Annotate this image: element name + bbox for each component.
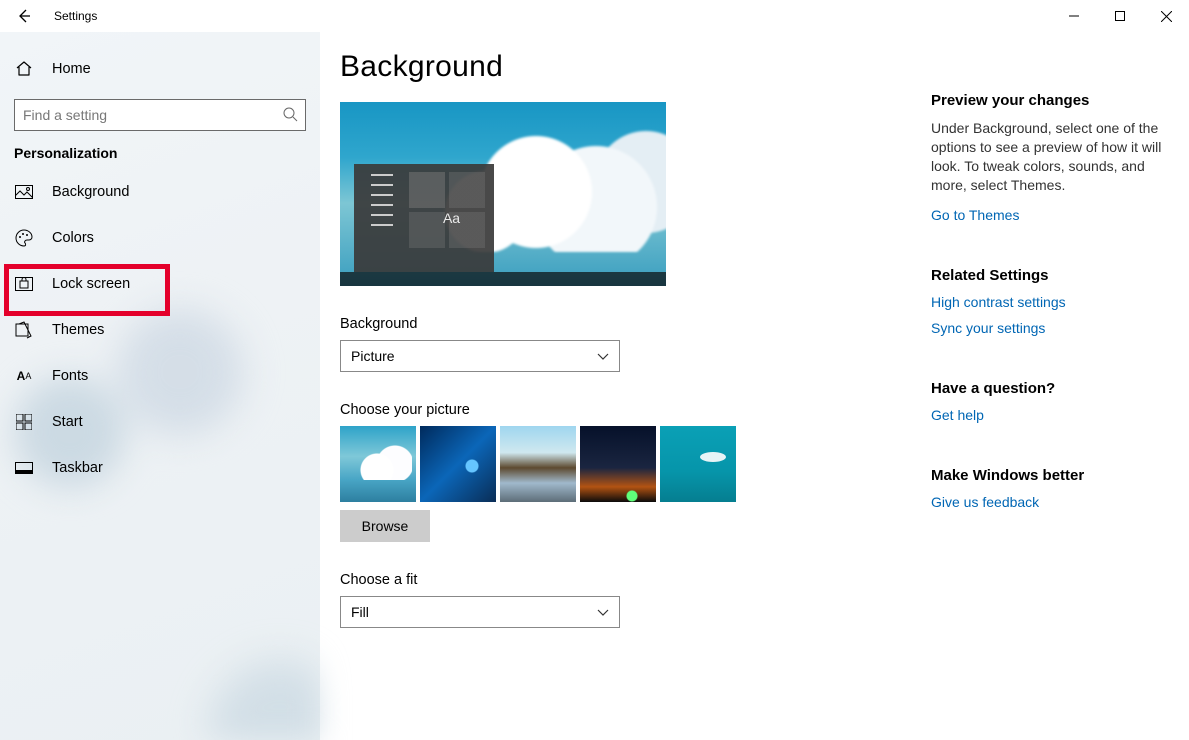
sidebar-item-start[interactable]: Start xyxy=(0,399,320,445)
chevron-down-icon xyxy=(597,606,609,618)
start-icon xyxy=(14,412,34,432)
page-heading: Background xyxy=(340,50,1169,84)
sidebar-item-label: Background xyxy=(52,184,129,200)
search-wrap xyxy=(14,99,306,131)
annotation-highlight xyxy=(4,264,170,316)
palette-icon xyxy=(14,228,34,248)
background-value: Picture xyxy=(351,348,395,364)
picture-thumb-4[interactable] xyxy=(580,426,656,502)
info-column: Preview your changes Under Background, s… xyxy=(931,92,1169,554)
sidebar-item-label: Themes xyxy=(52,322,104,338)
fonts-icon: AA xyxy=(14,366,34,386)
sidebar-item-label: Start xyxy=(52,414,83,430)
fit-combobox[interactable]: Fill xyxy=(340,596,620,628)
go-to-themes-link[interactable]: Go to Themes xyxy=(931,207,1169,223)
chevron-down-icon xyxy=(597,350,609,362)
fit-value: Fill xyxy=(351,604,369,620)
app-title: Settings xyxy=(54,9,97,23)
sync-settings-link[interactable]: Sync your settings xyxy=(931,320,1169,336)
taskbar-icon xyxy=(14,458,34,478)
sidebar: Home Personalization Background Colors L… xyxy=(0,32,320,740)
search-input[interactable] xyxy=(14,99,306,131)
make-better-heading: Make Windows better xyxy=(931,467,1169,484)
main-content: Background Aa Background Picture Choose … xyxy=(320,32,1189,740)
preview-changes-heading: Preview your changes xyxy=(931,92,1169,109)
sidebar-item-label: Taskbar xyxy=(52,460,103,476)
sidebar-item-taskbar[interactable]: Taskbar xyxy=(0,445,320,491)
high-contrast-link[interactable]: High contrast settings xyxy=(931,294,1169,310)
home-label: Home xyxy=(52,61,91,77)
fit-label: Choose a fit xyxy=(340,572,1169,588)
background-combobox[interactable]: Picture xyxy=(340,340,620,372)
have-question-heading: Have a question? xyxy=(931,380,1169,397)
category-header: Personalization xyxy=(0,145,320,169)
picture-thumb-1[interactable] xyxy=(340,426,416,502)
themes-icon xyxy=(14,320,34,340)
browse-button[interactable]: Browse xyxy=(340,510,430,542)
sidebar-item-background[interactable]: Background xyxy=(0,169,320,215)
related-settings-heading: Related Settings xyxy=(931,267,1169,284)
preview-startmenu: Aa xyxy=(354,164,494,272)
sidebar-item-fonts[interactable]: AA Fonts xyxy=(0,353,320,399)
picture-thumb-5[interactable] xyxy=(660,426,736,502)
preview-sample-text: Aa xyxy=(443,210,460,226)
back-button[interactable] xyxy=(0,0,48,32)
sidebar-item-label: Fonts xyxy=(52,368,88,384)
preview-changes-text: Under Background, select one of the opti… xyxy=(931,119,1169,195)
picture-thumb-2[interactable] xyxy=(420,426,496,502)
desktop-preview: Aa xyxy=(340,102,666,286)
picture-icon xyxy=(14,182,34,202)
home-nav[interactable]: Home xyxy=(0,47,320,91)
feedback-link[interactable]: Give us feedback xyxy=(931,494,1169,510)
minimize-button[interactable] xyxy=(1051,0,1097,32)
titlebar: Settings xyxy=(0,0,1189,32)
maximize-button[interactable] xyxy=(1097,0,1143,32)
close-button[interactable] xyxy=(1143,0,1189,32)
get-help-link[interactable]: Get help xyxy=(931,407,1169,423)
sidebar-item-colors[interactable]: Colors xyxy=(0,215,320,261)
sidebar-item-label: Colors xyxy=(52,230,94,246)
picture-thumb-3[interactable] xyxy=(500,426,576,502)
home-icon xyxy=(14,59,34,79)
window-controls xyxy=(1051,0,1189,32)
